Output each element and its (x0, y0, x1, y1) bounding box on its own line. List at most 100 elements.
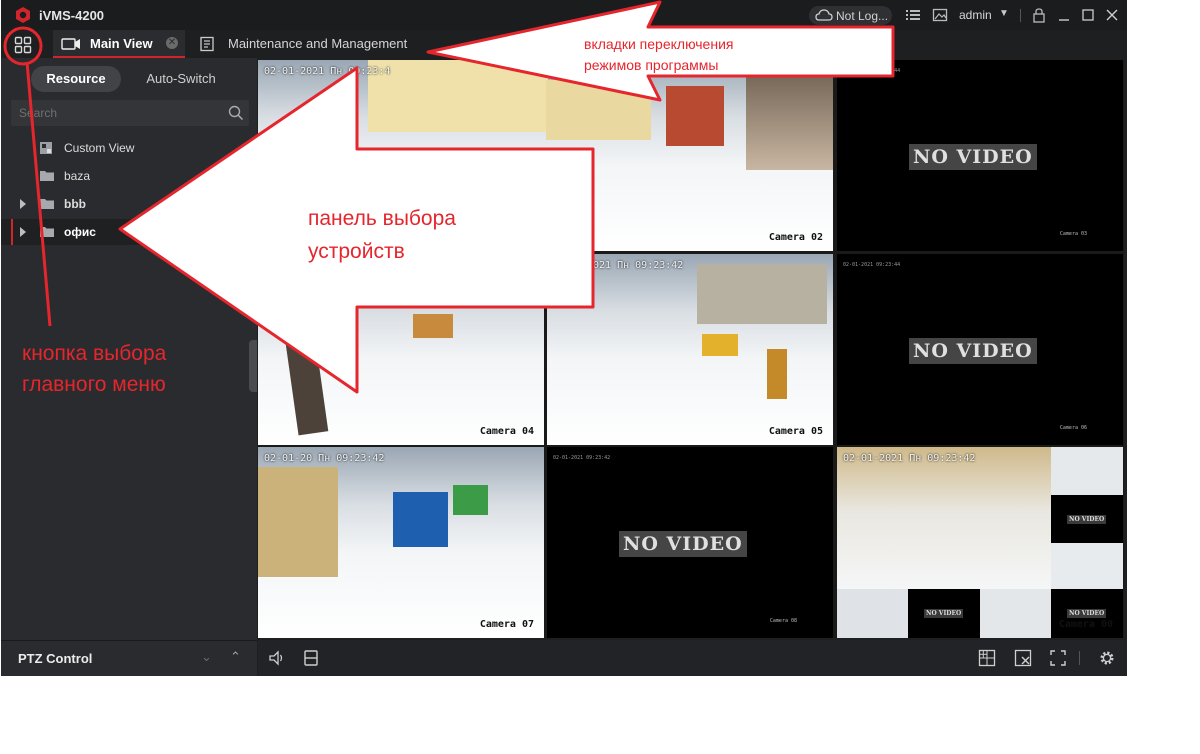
ptz-control-bar[interactable]: PTZ Control ⌄ ⌃ (1, 640, 257, 676)
video-cell[interactable]: 02-01-2021 09:23:44 NO VIDEO Camera 03 (837, 60, 1123, 251)
resource-tab[interactable]: Resource (31, 66, 121, 92)
osd-timestamp: 02-01-2021 09:23:42 (553, 455, 611, 461)
sub-view: NO VIDEO (1051, 495, 1123, 543)
expand-arrow-icon[interactable] (20, 199, 26, 209)
search-input[interactable] (11, 100, 211, 126)
no-video-label: NO VIDEO (924, 609, 964, 618)
menu-note-line: кнопка выбора (22, 342, 167, 365)
panel-mode-switch: Resource Auto-Switch (31, 66, 231, 92)
osd-camera-label: Camera 05 (768, 426, 823, 437)
close-icon[interactable] (1104, 7, 1120, 23)
close-all-icon[interactable] (1014, 649, 1032, 667)
osd-timestamp: 02-01-2021 09:23:44 (843, 68, 901, 74)
osd-timestamp: 02-01-2021 09:23:44 (843, 262, 901, 268)
search-icon[interactable] (228, 105, 244, 121)
osd-timestamp: 02-01-2021 Пн 09:23:42 (843, 453, 976, 464)
main-menu-grid-icon[interactable] (14, 36, 32, 54)
divider (1020, 9, 1021, 22)
sub-view (1051, 447, 1123, 495)
playhouse-scene (702, 334, 738, 356)
sub-view: NO VIDEO (1051, 589, 1123, 638)
app-logo-icon (16, 7, 30, 23)
no-video-label: NO VIDEO (1067, 609, 1107, 618)
building-scene (546, 80, 651, 140)
sub-view: NO VIDEO (908, 589, 980, 638)
maximize-icon[interactable] (1080, 7, 1096, 23)
tree-item-label: офис (64, 225, 96, 239)
tree-item-custom-view[interactable]: Custom View (1, 135, 257, 161)
video-camera-icon (61, 38, 80, 50)
tab-close-icon[interactable]: ✕ (166, 37, 178, 49)
cloud-icon (815, 9, 833, 21)
osd-camera-label: Camera 03 (1059, 231, 1087, 237)
fullscreen-icon[interactable] (1049, 649, 1067, 667)
osd-camera-label: Camera 06 (1059, 425, 1087, 431)
minimize-icon[interactable] (1056, 7, 1072, 23)
chevron-up-icon[interactable]: ⌃ (230, 649, 241, 665)
osd-timestamp: 2021 Пн 09:23:42 (587, 260, 684, 271)
ptz-control-label: PTZ Control (18, 651, 93, 666)
osd-camera-label: Camera 02 (768, 232, 823, 243)
tree-scene (746, 60, 833, 170)
no-video-label: NO VIDEO (1067, 515, 1107, 524)
tab-main-view[interactable]: Main View ✕ (53, 30, 185, 58)
lock-icon[interactable] (1031, 7, 1047, 23)
panel-collapse-handle[interactable] (249, 340, 257, 392)
video-cell[interactable]: NO VIDEO NO VIDEO NO VIDEO 02-01-2021 Пн… (837, 447, 1123, 638)
audio-icon[interactable] (268, 649, 286, 667)
record-icon[interactable] (303, 649, 319, 667)
building-scene (697, 264, 827, 324)
tabs-note-line: вкладки переключения (584, 36, 734, 52)
osd-camera-label: Camera 08 (769, 618, 797, 624)
title-bar: iVMS-4200 Not Log... admin ▼ (1, 0, 1127, 30)
video-cell[interactable]: 2021 Пн 09:23:42 Camera 05 (547, 254, 833, 445)
no-video-label: NO VIDEO (909, 144, 1037, 170)
gear-icon[interactable] (1098, 649, 1116, 667)
booth-scene (453, 485, 488, 515)
panel-note-line: панель выбора (308, 207, 456, 230)
sub-view (980, 589, 1051, 638)
tree-item-baza[interactable]: baza (1, 163, 257, 189)
tab-bar: Main View ✕ Maintenance and Management (1, 30, 1127, 58)
no-video-label: NO VIDEO (909, 338, 1037, 364)
video-cell[interactable]: Camera 04 (258, 254, 544, 445)
osd-timestamp: 02-01-2021 Пн 09:23:4 (264, 66, 391, 77)
chevron-down-icon[interactable]: ⌄ (201, 649, 212, 665)
video-cell[interactable]: 02-01-2021 09:23:42 NO VIDEO Camera 08 (547, 447, 833, 638)
custom-view-icon (40, 142, 52, 154)
building-scene (368, 60, 548, 132)
video-cell[interactable]: 02-01-20 Пн 09:23:42 Camera 07 (258, 447, 544, 638)
menu-note: кнопка выбора главного меню (22, 338, 166, 400)
osd-camera-label: Camera 04 (479, 426, 534, 437)
tree-item-office[interactable]: офис (1, 219, 257, 245)
image-icon[interactable] (932, 7, 948, 23)
divider (1079, 651, 1080, 665)
sub-view (1051, 543, 1123, 589)
sub-view (837, 589, 908, 638)
tabs-note-line: режимов программы (584, 57, 719, 73)
building-scene (666, 86, 724, 146)
chevron-down-icon[interactable]: ▼ (999, 8, 1009, 19)
maintenance-icon (200, 36, 214, 52)
playhouse-scene (767, 349, 787, 399)
tree-item-bbb[interactable]: bbb (1, 191, 257, 217)
tab-maintenance-label: Maintenance and Management (228, 36, 408, 51)
cloud-login-button[interactable]: Not Log... (809, 6, 892, 25)
tree-item-label: baza (64, 169, 91, 183)
user-name[interactable]: admin (959, 8, 992, 22)
tree-item-label: Custom View (64, 141, 135, 155)
window-layout-icon[interactable] (978, 649, 996, 667)
auto-switch-tab[interactable]: Auto-Switch (131, 66, 231, 92)
expand-arrow-icon[interactable] (20, 227, 26, 237)
video-cell[interactable]: 02-01-2021 09:23:44 NO VIDEO Camera 06 (837, 254, 1123, 445)
cloud-status-label: Not Log... (836, 9, 889, 23)
folder-icon (40, 227, 54, 237)
folder-icon (40, 199, 54, 209)
building-scene (258, 467, 338, 577)
osd-camera-label: Camera 07 (479, 619, 534, 630)
playhouse-scene (413, 314, 453, 338)
app-title: iVMS-4200 (39, 8, 105, 23)
list-icon[interactable] (905, 7, 921, 23)
video-grid: 02-01-2021 Пн 09:23:4 Camera 02 02-01-20… (258, 60, 1124, 638)
no-video-label: NO VIDEO (619, 531, 747, 557)
